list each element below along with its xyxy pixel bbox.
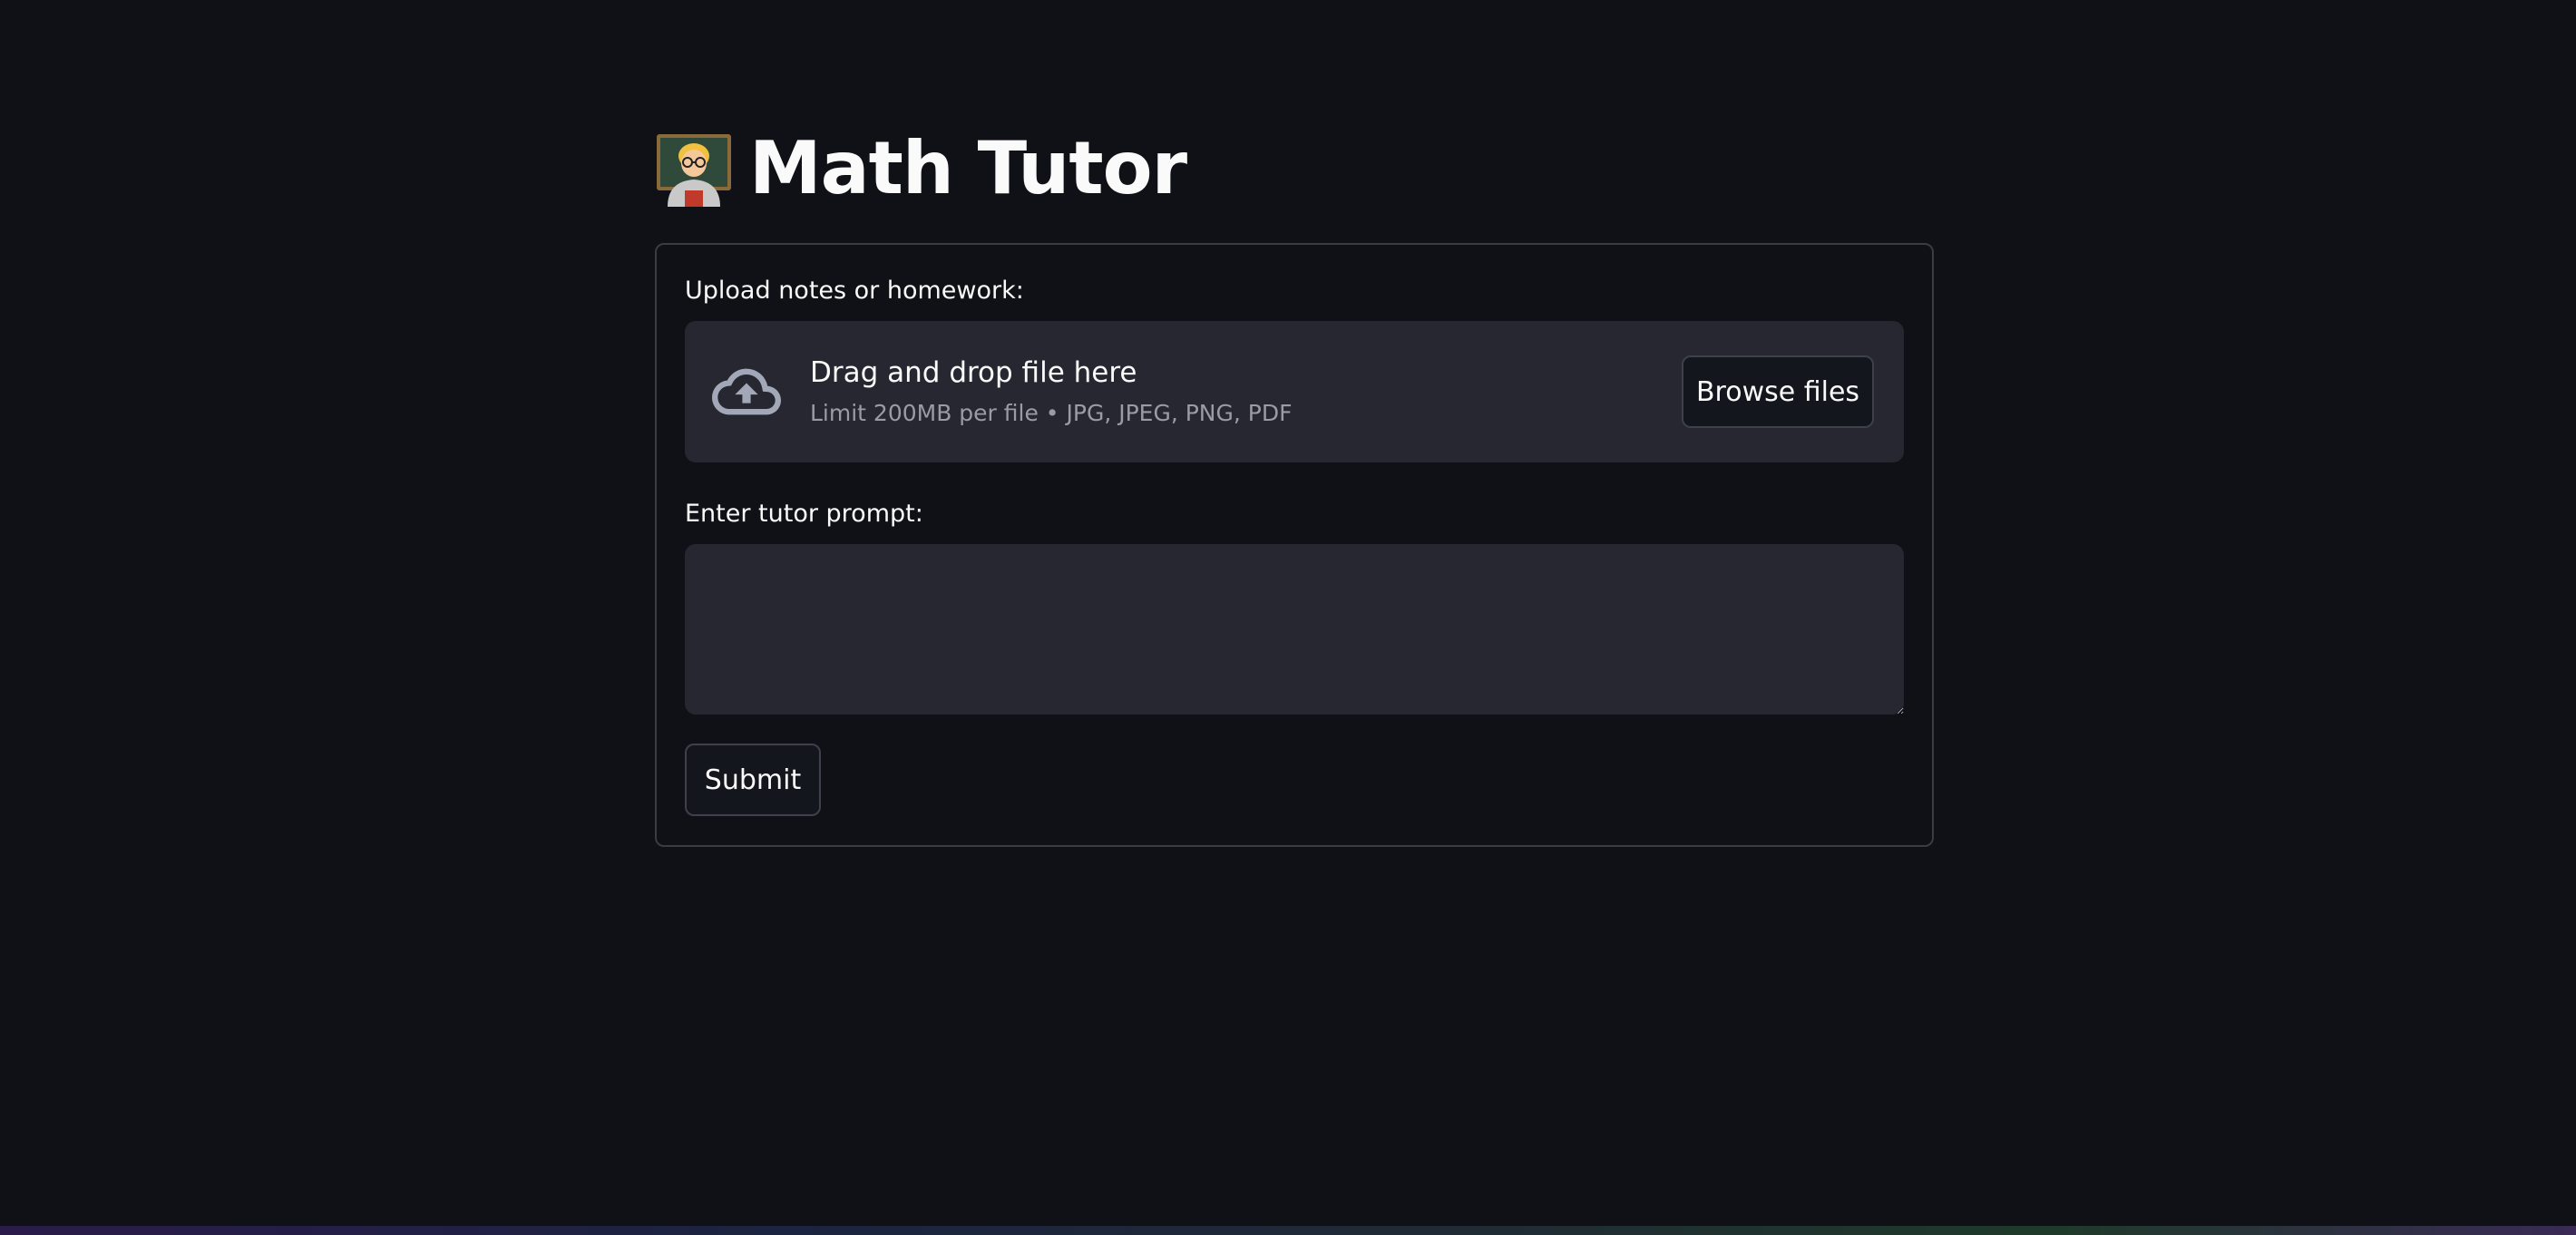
tutor-prompt-input[interactable] — [685, 544, 1904, 715]
browse-files-button[interactable]: Browse files — [1682, 355, 1874, 428]
app-window: Math Tutor Upload notes or homework: Dra… — [0, 0, 2576, 1235]
tutor-form: Upload notes or homework: Drag and drop … — [655, 243, 1934, 847]
dropzone-title: Drag and drop file here — [810, 356, 1137, 389]
main-content: Math Tutor Upload notes or homework: Dra… — [655, 118, 1934, 847]
submit-button[interactable]: Submit — [685, 744, 821, 816]
cloud-upload-icon — [712, 368, 781, 415]
dropzone-text: Drag and drop file here Limit 200MB per … — [810, 355, 1682, 429]
upload-label: Upload notes or homework: — [685, 277, 1024, 305]
dropzone-limits: Limit 200MB per file • JPG, JPEG, PNG, P… — [810, 400, 1293, 426]
page-header: Math Tutor — [655, 118, 1934, 218]
prompt-label: Enter tutor prompt: — [685, 500, 923, 528]
page-title: Math Tutor — [749, 125, 1187, 210]
taskbar-strip — [0, 1226, 2576, 1235]
teacher-emoji-icon — [657, 134, 731, 207]
file-dropzone[interactable]: Drag and drop file here Limit 200MB per … — [685, 321, 1904, 462]
